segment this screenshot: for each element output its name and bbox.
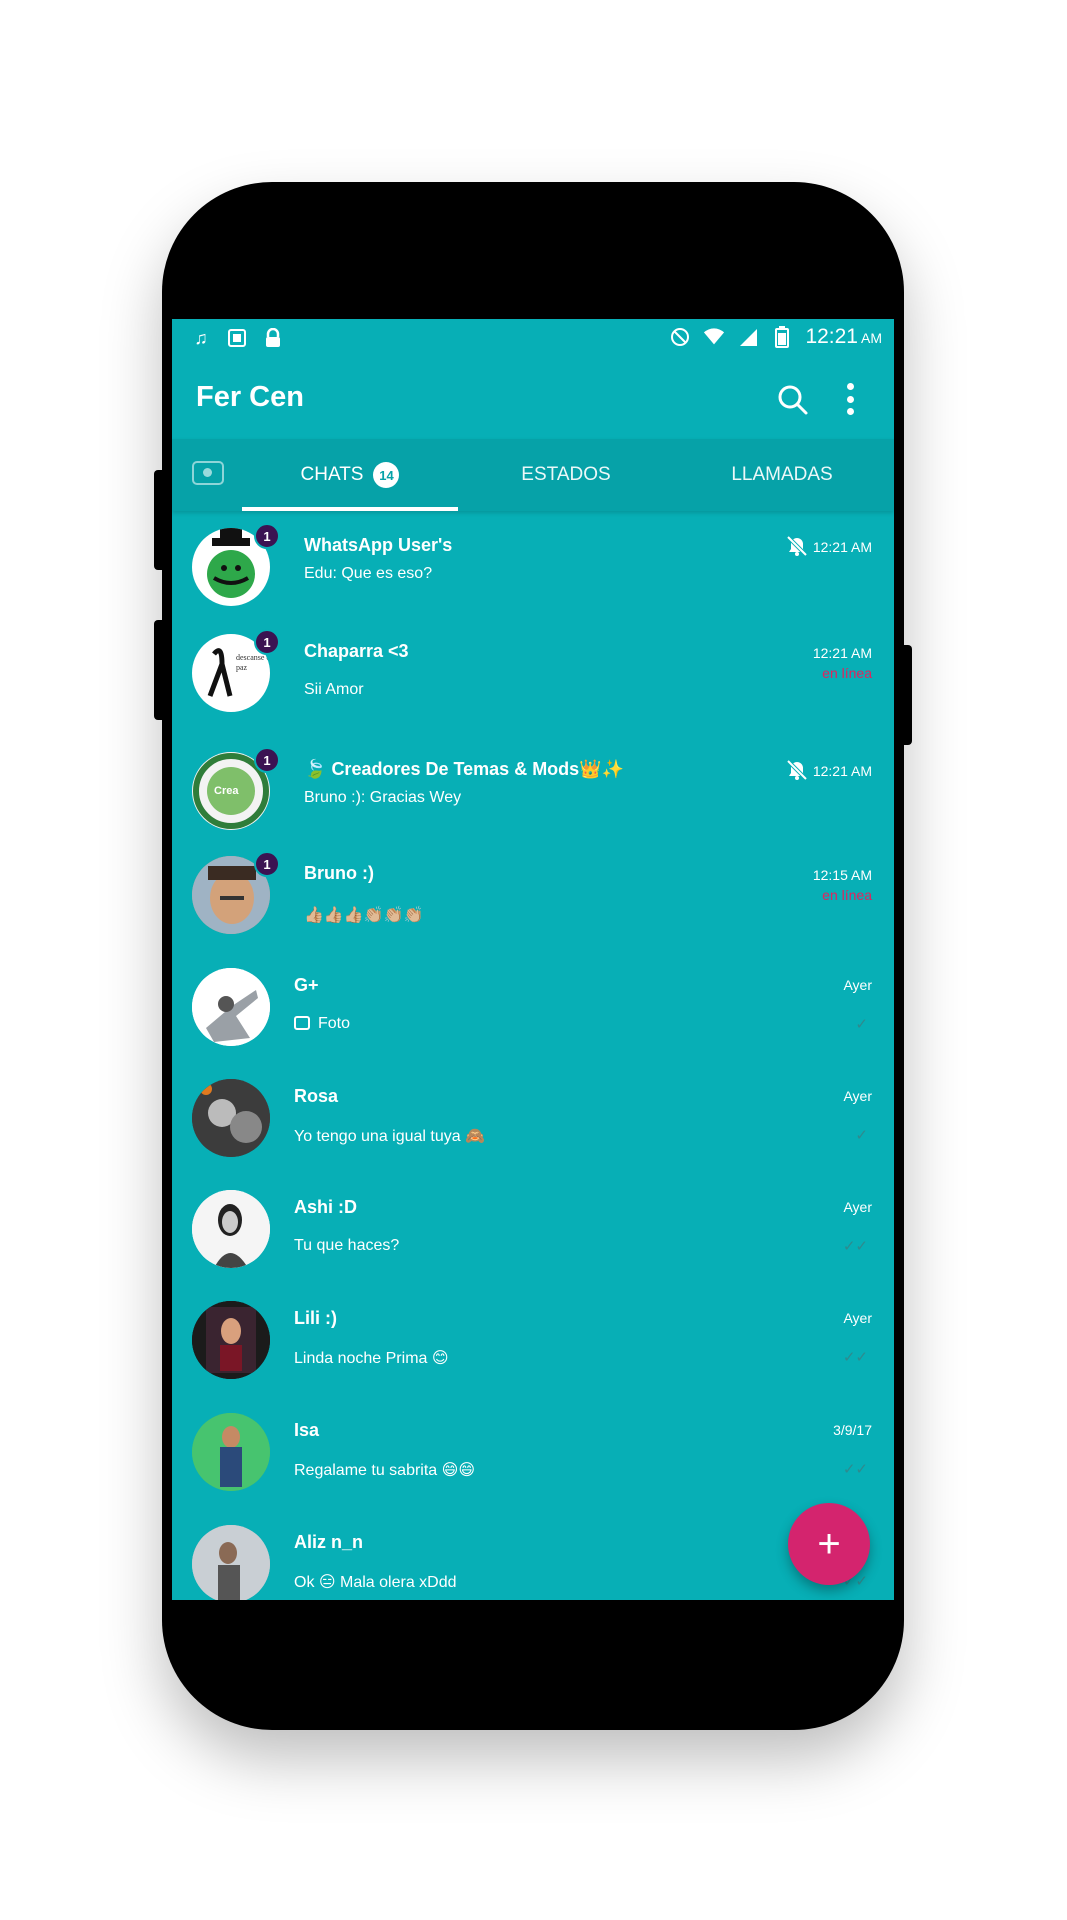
chat-name: WhatsApp User's — [304, 535, 453, 555]
chat-time: 3/9/17 — [833, 1422, 872, 1438]
unread-badge: 1 — [254, 523, 280, 549]
unread-badge: 1 — [254, 629, 280, 655]
chat-row[interactable]: Lili :) Linda noche Prima 😊 Ayer ✓✓ — [172, 1284, 894, 1396]
chat-row[interactable]: 1 Bruno :) 👍🏼👍🏼👍🏼👏🏼👏🏼👏🏼 12:15 AM en líne… — [172, 839, 894, 951]
unread-badge: 1 — [254, 851, 280, 877]
avatar — [192, 1301, 270, 1379]
search-icon[interactable] — [776, 383, 810, 417]
plus-icon: + — [817, 1521, 841, 1566]
muted-icon — [786, 759, 808, 781]
read-tick-icon: ✓✓ — [842, 1238, 868, 1255]
chat-time: 12:15 AM — [812, 867, 872, 883]
avatar — [192, 968, 270, 1046]
chat-row[interactable]: Aliz n_n Ok 😑 Mala olera xDdd ✓✓ — [172, 1508, 894, 1600]
chat-last-message: Yo tengo una igual tuya 🙈 — [294, 1128, 486, 1145]
tab-llamadas[interactable]: LLAMADAS — [674, 439, 890, 511]
camera-icon[interactable] — [192, 461, 224, 485]
app-bar: Fer Cen — [172, 361, 894, 439]
unread-badge: 1 — [254, 747, 280, 773]
chat-name: Lili :) — [294, 1308, 337, 1328]
avatar — [192, 1525, 270, 1600]
tab-chats-label: CHATS — [300, 464, 364, 485]
battery-icon — [771, 326, 793, 348]
chat-name: Bruno :) — [304, 863, 374, 883]
chat-last-message: Edu: Que es eso? — [304, 565, 433, 582]
status-bar: ♫ 12:21 AM — [172, 319, 894, 361]
chat-time: Ayer — [843, 1310, 872, 1326]
avatar — [192, 1190, 270, 1268]
chat-last-message: Bruno :): Gracias Wey — [304, 789, 462, 806]
power-button-left — [154, 620, 166, 720]
chat-message-text: Foto — [318, 1015, 351, 1032]
chat-row[interactable]: Ashi :D Tu que haces? Ayer ✓✓ — [172, 1173, 894, 1285]
online-status: en línea — [822, 887, 872, 903]
chat-last-message: Foto — [294, 1015, 350, 1033]
leaf-emoji: 🍃 — [304, 759, 327, 779]
chat-name: Aliz n_n — [294, 1532, 364, 1552]
app-title: Fer Cen — [196, 381, 304, 413]
more-vert-icon[interactable] — [840, 379, 860, 419]
music-note-icon: ♫ — [194, 328, 208, 348]
chat-name: 🍃 Creadores De Temas & Mods👑✨ — [304, 759, 624, 780]
chat-row[interactable]: Rosa Yo tengo una igual tuya 🙈 Ayer ✓ — [172, 1062, 894, 1174]
chat-time: Ayer — [843, 977, 872, 993]
sent-tick-icon: ✓ — [855, 1127, 868, 1144]
lock-icon — [262, 327, 284, 349]
read-tick-icon: ✓✓ — [842, 1461, 868, 1478]
chat-last-message: 👍🏼👍🏼👍🏼👏🏼👏🏼👏🏼 — [304, 907, 424, 924]
chat-name: Ashi :D — [294, 1197, 357, 1217]
chat-name: Chaparra <3 — [304, 641, 409, 661]
chat-last-message: Tu que haces? — [294, 1237, 400, 1254]
online-status: en línea — [822, 665, 872, 681]
chat-time: 12:21 AM — [812, 763, 872, 779]
chat-last-message: Regalame tu sabrita 😄😄 — [294, 1462, 475, 1479]
power-button-right — [900, 645, 912, 745]
crown-emoji: 👑✨ — [579, 759, 625, 779]
chat-row[interactable]: G+ Foto Ayer ✓ — [172, 951, 894, 1063]
chat-name: Rosa — [294, 1086, 339, 1106]
sent-tick-icon: ✓ — [855, 1016, 868, 1033]
chat-name: G+ — [294, 975, 319, 995]
do-not-disturb-icon — [669, 326, 691, 348]
phone-screen: ♫ 12:21 AM Fer Cen CHATS 14 ESTADOS LLAM… — [172, 319, 894, 1600]
chat-time: 12:21 AM — [812, 645, 872, 661]
signal-icon — [737, 326, 759, 348]
chats-count-badge: 14 — [373, 462, 400, 488]
chat-time: Ayer — [843, 1199, 872, 1215]
svg-text:Crea: Crea — [214, 785, 239, 797]
new-chat-fab[interactable]: + — [788, 1503, 870, 1585]
chat-last-message: Sii Amor — [304, 681, 364, 698]
chat-name: Isa — [294, 1420, 320, 1440]
muted-icon — [786, 535, 808, 557]
camera-icon — [294, 1016, 310, 1030]
avatar — [192, 1079, 270, 1157]
chat-last-message: Linda noche Prima 😊 — [294, 1350, 449, 1367]
avatar — [192, 1413, 270, 1491]
wifi-icon — [703, 326, 725, 348]
read-tick-icon: ✓✓ — [842, 1349, 868, 1366]
chat-row[interactable]: Isa Regalame tu sabrita 😄😄 3/9/17 ✓✓ — [172, 1396, 894, 1508]
volume-button — [154, 470, 166, 570]
chat-name-text: Creadores De Temas & Mods — [331, 759, 580, 779]
chat-time: 12:21 AM — [812, 539, 872, 555]
chat-row[interactable]: descanse enpaz 1 Chaparra <3 Sii Amor 12… — [172, 617, 894, 729]
chat-row[interactable]: 1 WhatsApp User's Edu: Que es eso? 12:21… — [172, 511, 894, 623]
tab-bar: CHATS 14 ESTADOS LLAMADAS — [172, 439, 894, 511]
status-time: 12:21 AM — [805, 325, 882, 348]
chat-row[interactable]: Crea 1 🍃 Creadores De Temas & Mods👑✨ Bru… — [172, 735, 894, 847]
chat-time: Ayer — [843, 1088, 872, 1104]
tab-chats[interactable]: CHATS 14 — [242, 439, 458, 511]
tab-estados[interactable]: ESTADOS — [458, 439, 674, 511]
chat-last-message: Ok 😑 Mala olera xDdd — [294, 1574, 457, 1591]
gallery-icon — [226, 327, 248, 349]
svg-text:paz: paz — [236, 663, 248, 672]
